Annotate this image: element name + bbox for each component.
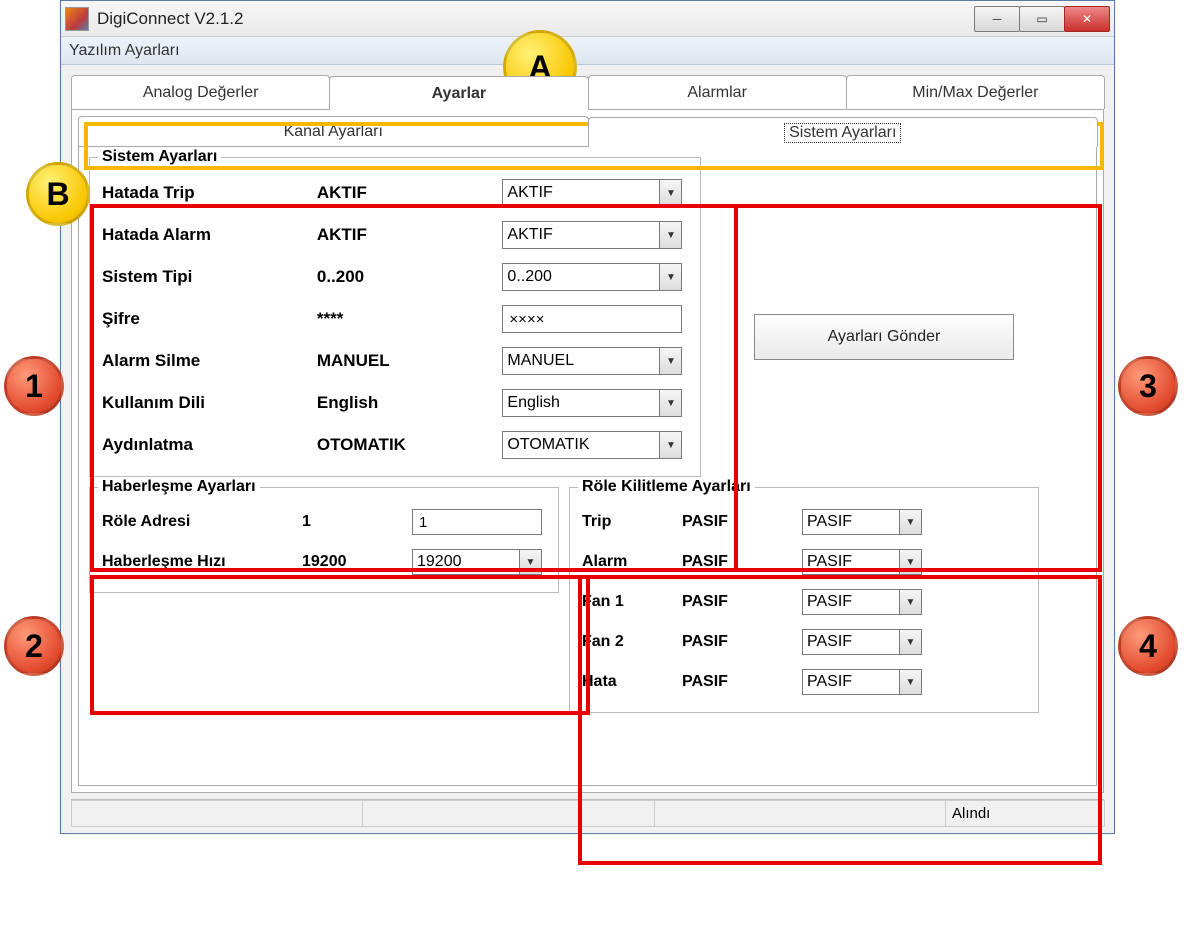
minimize-button[interactable]: ─: [974, 6, 1020, 32]
tab-settings[interactable]: Ayarlar: [329, 76, 588, 110]
combo-lock-fan2[interactable]: PASIF▼: [802, 629, 922, 655]
chevron-down-icon: ▼: [659, 180, 681, 206]
group-legend: Sistem Ayarları: [98, 148, 221, 166]
label-hatada-alarm: Hatada Alarm: [102, 225, 317, 245]
chevron-down-icon: ▼: [899, 670, 921, 694]
label-lock-alarm: Alarm: [582, 553, 682, 571]
group-comm-settings: Haberleşme Ayarları Röle Adresi 1 Haberl…: [89, 487, 559, 593]
value-lock-trip: PASIF: [682, 513, 802, 531]
chevron-down-icon: ▼: [659, 264, 681, 290]
label-haberlesme-hizi: Haberleşme Hızı: [102, 553, 302, 571]
combo-haberlesme-hizi[interactable]: 19200▼: [412, 549, 542, 575]
status-cell-3: [654, 800, 946, 827]
value-lock-hata: PASIF: [682, 673, 802, 691]
value-sistem-tipi: 0..200: [317, 267, 503, 287]
status-bar: Alındı: [71, 799, 1104, 827]
chevron-down-icon: ▼: [519, 550, 541, 574]
tab-minmax[interactable]: Min/Max Değerler: [846, 75, 1105, 109]
label-sifre: Şifre: [102, 309, 317, 329]
value-sifre: ****: [317, 309, 503, 329]
combo-hatada-trip[interactable]: AKTIF▼: [502, 179, 682, 207]
tab-alarms[interactable]: Alarmlar: [588, 75, 847, 109]
value-haberlesme-hizi: 19200: [302, 553, 412, 571]
group-legend: Haberleşme Ayarları: [98, 478, 260, 496]
combo-alarm-silme[interactable]: MANUEL▼: [502, 347, 682, 375]
combo-lock-hata[interactable]: PASIF▼: [802, 669, 922, 695]
chevron-down-icon: ▼: [659, 222, 681, 248]
combo-lock-trip[interactable]: PASIF▼: [802, 509, 922, 535]
label-aydinlatma: Aydınlatma: [102, 435, 317, 455]
label-lock-trip: Trip: [582, 513, 682, 531]
value-kullanim-dili: English: [317, 393, 503, 413]
app-window: DigiConnect V2.1.2 ─ ▭ ✕ Yazılım Ayarlar…: [60, 0, 1115, 834]
send-settings-button[interactable]: Ayarları Gönder: [754, 314, 1014, 360]
annotation-circle-4: 4: [1118, 616, 1178, 676]
input-role-adresi[interactable]: [412, 509, 542, 535]
window-title: DigiConnect V2.1.2: [97, 9, 975, 29]
value-hatada-trip: AKTIF: [317, 183, 503, 203]
group-relay-lock-settings: Röle Kilitleme Ayarları Trip PASIF PASIF…: [569, 487, 1039, 713]
combo-kullanim-dili[interactable]: English▼: [502, 389, 682, 417]
value-lock-fan1: PASIF: [682, 593, 802, 611]
right-column: Ayarları Gönder: [719, 167, 1049, 507]
chevron-down-icon: ▼: [899, 630, 921, 654]
chevron-down-icon: ▼: [659, 348, 681, 374]
value-alarm-silme: MANUEL: [317, 351, 503, 371]
group-system-settings: Sistem Ayarları Hatada Trip AKTIF AKTIF▼…: [89, 157, 701, 477]
status-cell-2: [362, 800, 654, 827]
combo-aydinlatma[interactable]: OTOMATIK▼: [502, 431, 682, 459]
label-lock-fan2: Fan 2: [582, 633, 682, 651]
value-lock-alarm: PASIF: [682, 553, 802, 571]
annotation-circle-2: 2: [4, 616, 64, 676]
chevron-down-icon: ▼: [659, 432, 681, 458]
tab-analog-values[interactable]: Analog Değerler: [71, 75, 330, 109]
chevron-down-icon: ▼: [899, 510, 921, 534]
annotation-circle-1: 1: [4, 356, 64, 416]
menubar: Yazılım Ayarları: [61, 37, 1114, 65]
titlebar: DigiConnect V2.1.2 ─ ▭ ✕: [61, 1, 1114, 37]
value-lock-fan2: PASIF: [682, 633, 802, 651]
label-alarm-silme: Alarm Silme: [102, 351, 317, 371]
value-role-adresi: 1: [302, 513, 412, 531]
subtab-system-settings[interactable]: Sistem Ayarları: [588, 117, 1099, 147]
primary-tab-content: Kanal Ayarları Sistem Ayarları Sistem Ay…: [71, 109, 1104, 793]
chevron-down-icon: ▼: [899, 550, 921, 574]
annotation-circle-3: 3: [1118, 356, 1178, 416]
status-cell-1: [71, 800, 363, 827]
lower-groups: Haberleşme Ayarları Röle Adresi 1 Haberl…: [89, 487, 1086, 723]
close-button[interactable]: ✕: [1064, 6, 1110, 32]
value-hatada-alarm: AKTIF: [317, 225, 503, 245]
label-kullanim-dili: Kullanım Dili: [102, 393, 317, 413]
label-role-adresi: Röle Adresi: [102, 513, 302, 531]
primary-tabs: Analog Değerler Ayarlar Alarmlar Min/Max…: [71, 75, 1104, 109]
window-buttons: ─ ▭ ✕: [975, 6, 1110, 32]
client-area: Analog Değerler Ayarlar Alarmlar Min/Max…: [61, 65, 1114, 833]
sub-tab-content: Sistem Ayarları Hatada Trip AKTIF AKTIF▼…: [78, 146, 1097, 786]
app-icon: [65, 7, 89, 31]
group-legend: Röle Kilitleme Ayarları: [578, 478, 755, 496]
status-cell-4: Alındı: [945, 800, 1105, 827]
value-aydinlatma: OTOMATIK: [317, 435, 503, 455]
maximize-button[interactable]: ▭: [1019, 6, 1065, 32]
chevron-down-icon: ▼: [899, 590, 921, 614]
combo-sistem-tipi[interactable]: 0..200▼: [502, 263, 682, 291]
label-hatada-trip: Hatada Trip: [102, 183, 317, 203]
combo-lock-fan1[interactable]: PASIF▼: [802, 589, 922, 615]
input-sifre[interactable]: [502, 305, 682, 333]
combo-hatada-alarm[interactable]: AKTIF▼: [502, 221, 682, 249]
label-sistem-tipi: Sistem Tipi: [102, 267, 317, 287]
menubar-item[interactable]: Yazılım Ayarları: [69, 42, 180, 60]
label-lock-hata: Hata: [582, 673, 682, 691]
label-lock-fan1: Fan 1: [582, 593, 682, 611]
combo-lock-alarm[interactable]: PASIF▼: [802, 549, 922, 575]
subtab-channel-settings[interactable]: Kanal Ayarları: [78, 116, 589, 146]
chevron-down-icon: ▼: [659, 390, 681, 416]
sub-tabs: Kanal Ayarları Sistem Ayarları: [78, 116, 1097, 146]
